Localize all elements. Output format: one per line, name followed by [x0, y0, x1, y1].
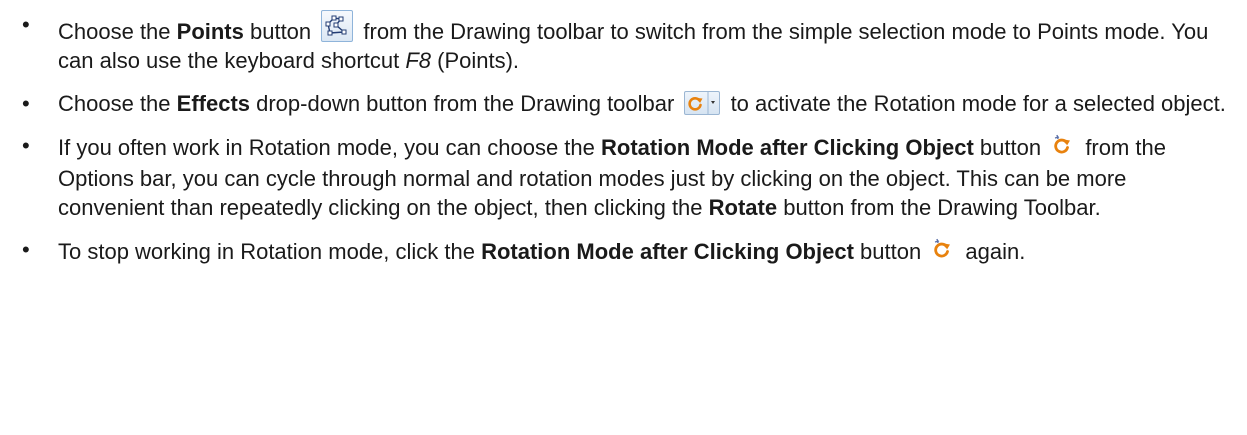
item-text: (Points). — [431, 48, 520, 73]
list-item-effects: Choose the Effects drop-down button from… — [0, 89, 1228, 118]
item-text: Choose the — [58, 91, 177, 116]
list-item-points: Choose the Points button from the Drawin… — [0, 10, 1228, 75]
item-text: Choose the — [58, 19, 177, 44]
rotation-mode-icon — [1051, 133, 1075, 157]
f8-shortcut: F8 — [405, 48, 432, 73]
rotation-mode-label: Rotation Mode after Clicking Object — [601, 135, 974, 160]
item-text: If you often work in Rotation mode, you … — [58, 135, 601, 160]
instruction-list: Choose the Points button from the Drawin… — [0, 10, 1247, 268]
item-text: To stop working in Rotation mode, click … — [58, 239, 482, 264]
item-text: button — [973, 135, 1048, 160]
list-item-rotation-mode: If you often work in Rotation mode, you … — [0, 131, 1228, 222]
rotate-label: Rotate — [708, 195, 778, 220]
item-text: drop-down button from the Drawing toolba… — [250, 91, 681, 116]
item-text: to activate the Rotation mode for a sele… — [724, 91, 1226, 116]
list-item-stop-rotation: To stop working in Rotation mode, click … — [0, 235, 1228, 268]
points-icon — [321, 10, 354, 42]
item-text: again. — [959, 239, 1026, 264]
effects-rotate-dropdown-icon — [684, 91, 721, 115]
rotation-mode-label: Rotation Mode after Clicking Object — [481, 239, 854, 264]
rotation-mode-icon — [931, 237, 955, 261]
effects-label: Effects — [176, 91, 250, 116]
points-label: Points — [176, 19, 244, 44]
item-text: button from the Drawing Toolbar. — [777, 195, 1101, 220]
item-text: button — [853, 239, 928, 264]
item-text: button — [243, 19, 318, 44]
